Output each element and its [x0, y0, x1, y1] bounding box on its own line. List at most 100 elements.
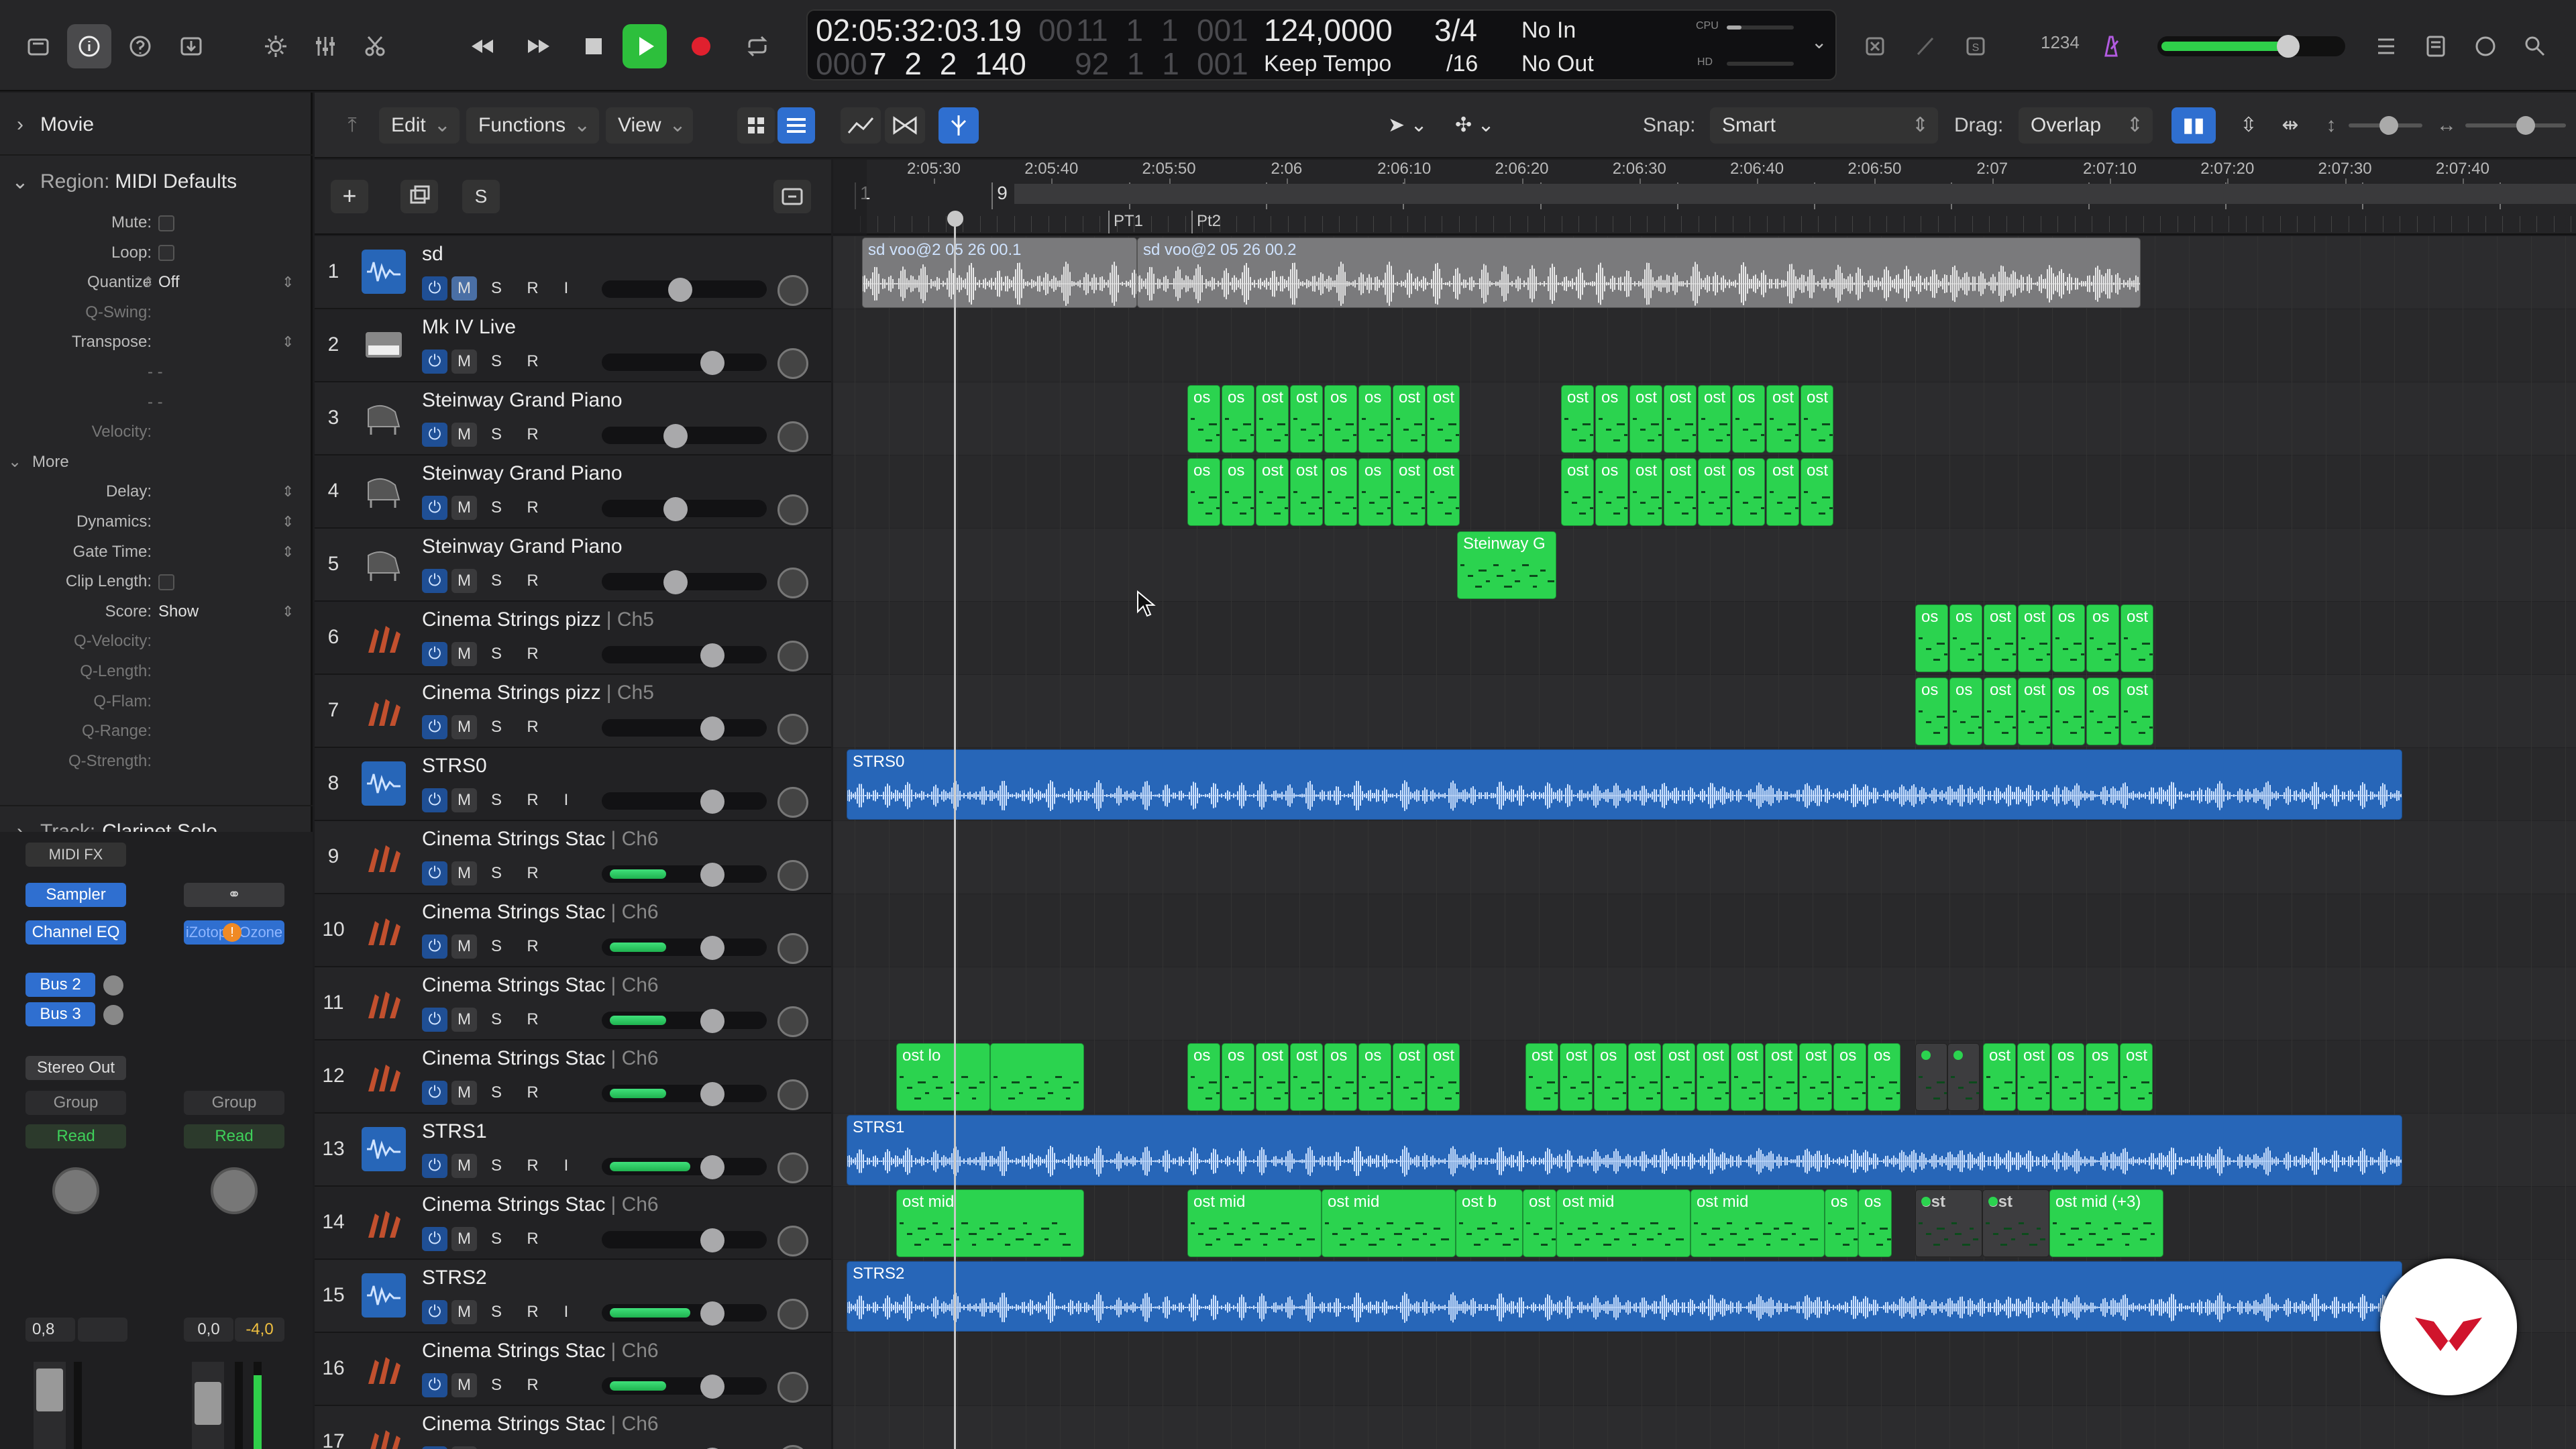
inspector-icon[interactable] — [67, 24, 111, 68]
mute-button[interactable]: M — [451, 1081, 477, 1105]
midi-region[interactable]: os — [1324, 1043, 1357, 1111]
volume-knob[interactable] — [700, 1301, 724, 1326]
audio-region[interactable]: sd voo@2 05 26 00.2 — [1137, 237, 2141, 308]
midi-region[interactable]: os — [1324, 385, 1357, 453]
arrange-area[interactable]: sd voo@2 05 26 00.1 sd voo@2 05 26 00.2 os… — [833, 236, 2576, 1449]
pan-knob[interactable] — [777, 933, 808, 964]
track-name[interactable]: Mk IV Live — [422, 316, 516, 339]
midi-region[interactable]: ost — [2017, 1043, 2050, 1111]
global-solo-button[interactable]: S — [462, 180, 500, 213]
volume-fader[interactable] — [602, 792, 767, 810]
pan-knob[interactable] — [777, 1006, 808, 1037]
midi-region[interactable]: os — [1858, 1189, 1892, 1257]
stepper-icon[interactable]: ⇕ — [282, 329, 294, 356]
param-row[interactable]: Gate Time: ⇕ — [0, 539, 313, 566]
midi-region[interactable]: ost — [1393, 458, 1426, 526]
timeline-ruler[interactable]: 2:05:30 2:05:40 2:05:50 2:06 2:06:10 2:06:20 2… — [833, 160, 2576, 235]
midi-region[interactable]: os — [2086, 1043, 2118, 1111]
midi-region[interactable]: ost — [1664, 385, 1697, 453]
input-monitor-button[interactable]: I — [553, 1300, 579, 1324]
snap-select[interactable]: Smart ⇕ — [1710, 107, 1938, 144]
midi-region[interactable]: os — [1187, 458, 1220, 526]
view-menu[interactable]: View ⌄ — [606, 107, 693, 144]
tuner-icon[interactable] — [1904, 24, 1948, 68]
power-icon[interactable]: ⏻ — [422, 1446, 447, 1449]
add-track-button[interactable]: + — [331, 180, 368, 213]
midi-region[interactable]: ost — [1427, 385, 1460, 453]
power-icon[interactable]: ⏻ — [422, 423, 447, 447]
stepper-icon[interactable]: ⇕ — [142, 269, 154, 296]
midi-region[interactable]: ost b — [1456, 1189, 1523, 1257]
track-header[interactable]: 6 Cinema Strings pizz | Ch5 ⏻ M S R — [315, 602, 831, 675]
power-icon[interactable]: ⏻ — [422, 934, 447, 959]
volume-fader[interactable] — [192, 1362, 224, 1449]
record-button[interactable] — [679, 24, 723, 68]
midi-region[interactable]: ost — [1983, 1043, 2016, 1111]
chevron-down-icon[interactable]: ⌄ — [1811, 31, 1827, 53]
midi-region[interactable]: ost — [1697, 1043, 1729, 1111]
smart-controls-icon[interactable] — [254, 24, 298, 68]
track-header[interactable]: 17 Cinema Strings Stac| Ch6 ⏻ M S R — [315, 1406, 831, 1449]
checkbox[interactable] — [158, 239, 174, 266]
volume-knob[interactable] — [700, 863, 724, 887]
audio-region[interactable]: STRS2 — [847, 1261, 2402, 1332]
midi-region[interactable]: os — [2086, 604, 2119, 672]
midi-region[interactable]: ost — [1984, 678, 2017, 745]
solo-icon[interactable]: S — [1953, 24, 1998, 68]
record-enable-button[interactable]: R — [520, 1300, 545, 1324]
midi-region[interactable]: os — [1187, 385, 1220, 453]
pan-knob[interactable] — [777, 421, 808, 452]
pan-knob[interactable] — [211, 1167, 258, 1214]
solo-button[interactable]: S — [484, 1008, 509, 1032]
mute-button[interactable]: M — [451, 1300, 477, 1324]
list-view-icon[interactable] — [777, 107, 815, 144]
track-header[interactable]: 4 Steinway Grand Piano ⏻ M S R — [315, 455, 831, 529]
volume-knob[interactable] — [700, 1082, 724, 1106]
record-enable-button[interactable]: R — [520, 569, 545, 593]
playhead-handle[interactable] — [947, 211, 963, 227]
movie-section[interactable]: › Movie — [0, 98, 313, 152]
mute-button[interactable]: M — [451, 423, 477, 447]
track-name[interactable]: Cinema Strings Stac | Ch6 — [422, 974, 659, 997]
record-enable-button[interactable]: R — [520, 715, 545, 739]
editors-icon[interactable] — [353, 24, 397, 68]
volume-knob[interactable] — [700, 716, 724, 741]
track-name[interactable]: Steinway Grand Piano — [422, 462, 623, 485]
mute-button[interactable]: M — [451, 569, 477, 593]
param-row[interactable]: Quantize Off ⇕ ⇕ — [0, 269, 313, 296]
notepad-icon[interactable] — [2414, 24, 2458, 68]
midi-fx-slot[interactable]: MIDI FX — [25, 843, 126, 867]
param-row[interactable]: Q-Swing: — [0, 299, 313, 326]
stepper-icon[interactable]: ⇕ — [282, 269, 294, 296]
pan-knob[interactable] — [777, 494, 808, 525]
midi-region[interactable]: ost — [1799, 1043, 1832, 1111]
stepper-icon[interactable]: ⇕ — [282, 508, 294, 535]
midi-region[interactable]: ost — [1731, 1043, 1764, 1111]
power-icon[interactable]: ⏻ — [422, 496, 447, 520]
midi-region[interactable]: ost — [1290, 1043, 1323, 1111]
midi-region[interactable] — [1947, 1043, 1980, 1111]
midi-region[interactable]: ost — [1982, 1189, 2049, 1257]
midi-region[interactable]: os — [2051, 1043, 2084, 1111]
track-header[interactable]: 12 Cinema Strings Stac | Ch6 ⏻ M S R — [315, 1040, 831, 1114]
stepper-icon[interactable]: ⇕ — [282, 539, 294, 566]
send-knob[interactable] — [103, 975, 123, 996]
automation-icon[interactable] — [841, 107, 881, 144]
solo-button[interactable]: S — [484, 1154, 509, 1178]
midi-region[interactable]: os — [1187, 1043, 1220, 1111]
send-knob[interactable] — [103, 1005, 123, 1025]
record-enable-button[interactable]: R — [520, 350, 545, 374]
volume-knob[interactable] — [663, 424, 688, 448]
power-icon[interactable]: ⏻ — [422, 1227, 447, 1251]
record-enable-button[interactable]: R — [520, 861, 545, 885]
track-name[interactable]: Cinema Strings Stac | Ch6 — [422, 1193, 659, 1216]
master-volume-slider[interactable] — [2157, 35, 2345, 58]
cycle-range[interactable] — [1014, 184, 2576, 204]
pan-knob[interactable] — [777, 1152, 808, 1183]
volume-knob[interactable] — [700, 1375, 724, 1399]
record-enable-button[interactable]: R — [520, 276, 545, 301]
volume-fader[interactable] — [602, 646, 767, 663]
pan-knob[interactable] — [777, 1226, 808, 1256]
vertical-zoom-slider[interactable] — [2349, 116, 2422, 135]
pan-knob[interactable] — [777, 1372, 808, 1403]
